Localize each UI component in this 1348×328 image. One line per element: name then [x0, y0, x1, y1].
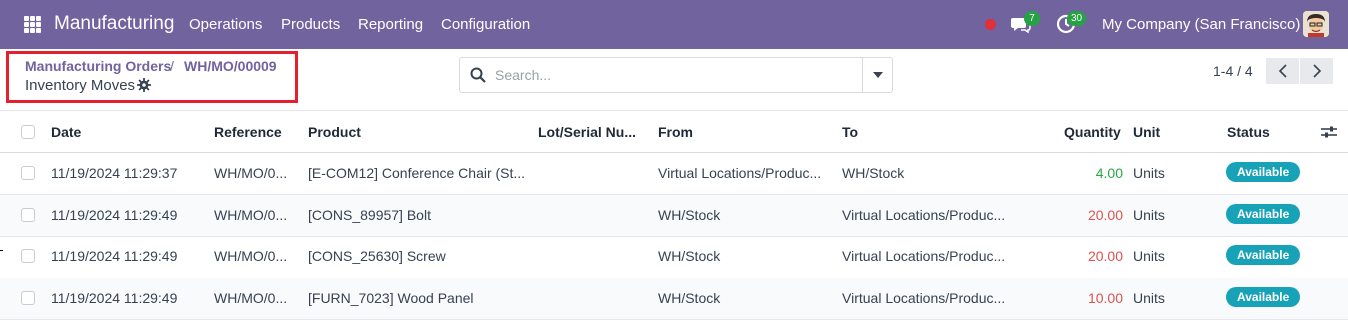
messages-badge: 7 [1024, 11, 1040, 26]
menu-products[interactable]: Products [281, 16, 340, 33]
column-header-to[interactable]: To [842, 124, 858, 140]
cell-reference: WH/MO/0... [214, 165, 288, 181]
select-all-checkbox[interactable] [21, 125, 35, 139]
row-checkbox[interactable] [21, 291, 35, 305]
cell-quantity: 20.00 [1087, 248, 1123, 264]
cell-product: [E-COM12] Conference Chair (St... [308, 165, 526, 181]
breadcrumb-parent[interactable]: Manufacturing Orders [25, 58, 171, 74]
column-header-status[interactable]: Status [1227, 124, 1270, 140]
company-switcher[interactable]: My Company (San Francisco) [1102, 16, 1300, 33]
cell-product: [CONS_25630] Screw [308, 248, 446, 264]
search-input[interactable] [495, 62, 855, 88]
column-header-lot-serial[interactable]: Lot/Serial Nu... [538, 124, 636, 140]
cell-reference: WH/MO/0... [214, 290, 288, 306]
cell-date: 11/19/2024 11:29:49 [51, 290, 178, 306]
menu-reporting[interactable]: Reporting [358, 16, 423, 33]
pager-previous-button[interactable] [1266, 58, 1299, 84]
row-checkbox[interactable] [21, 249, 35, 263]
menu-operations[interactable]: Operations [189, 16, 262, 33]
cell-quantity: 4.00 [1095, 165, 1123, 181]
pager-value[interactable]: 1-4 / 4 [1213, 63, 1253, 79]
cell-to: Virtual Locations/Produc... [842, 248, 1006, 264]
record-dot-icon[interactable] [985, 19, 996, 30]
activities-badge: 30 [1067, 11, 1087, 26]
cell-date: 11/19/2024 11:29:37 [51, 165, 178, 181]
column-header-unit[interactable]: Unit [1133, 124, 1160, 140]
page-title: Inventory Moves [25, 77, 136, 94]
cell-to: WH/Stock [842, 165, 905, 181]
edge-mark [0, 250, 3, 251]
cell-quantity: 20.00 [1087, 207, 1123, 223]
apps-grid-icon[interactable] [24, 16, 41, 33]
search-options-toggle[interactable] [863, 58, 892, 92]
cell-to: Virtual Locations/Produc... [842, 290, 1006, 306]
column-header-from[interactable]: From [658, 124, 693, 140]
cell-from: WH/Stock [658, 207, 721, 223]
cell-reference: WH/MO/0... [214, 248, 288, 264]
gear-icon[interactable] [137, 78, 151, 92]
row-checkbox[interactable] [21, 208, 35, 222]
column-header-date[interactable]: Date [51, 124, 81, 140]
status-badge: Available [1226, 287, 1301, 307]
cell-reference: WH/MO/0... [214, 207, 288, 223]
row-checkbox[interactable] [21, 166, 35, 180]
cell-product: [FURN_7023] Wood Panel [308, 290, 474, 306]
column-settings-icon[interactable] [1321, 125, 1337, 139]
caret-down-icon [872, 72, 883, 78]
chevron-right-icon [1312, 64, 1321, 78]
cell-from: WH/Stock [658, 290, 721, 306]
column-header-product[interactable]: Product [308, 124, 361, 140]
cell-date: 11/19/2024 11:29:49 [51, 248, 178, 264]
breadcrumb-current[interactable]: WH/MO/00009 [184, 58, 277, 74]
cell-unit: Units [1133, 165, 1165, 181]
cell-unit: Units [1133, 248, 1165, 264]
status-badge: Available [1226, 162, 1301, 182]
cell-unit: Units [1133, 207, 1165, 223]
cell-quantity: 10.00 [1087, 290, 1123, 306]
app-name[interactable]: Manufacturing [54, 13, 174, 35]
pager-next-button[interactable] [1300, 58, 1333, 84]
status-badge: Available [1226, 204, 1301, 224]
column-header-quantity[interactable]: Quantity [1064, 124, 1121, 140]
search-icon [470, 67, 486, 83]
column-header-reference[interactable]: Reference [214, 124, 282, 140]
menu-configuration[interactable]: Configuration [441, 16, 530, 33]
status-badge: Available [1226, 245, 1301, 265]
avatar[interactable] [1303, 11, 1329, 37]
cell-date: 11/19/2024 11:29:49 [51, 207, 178, 223]
top-navbar: Manufacturing Operations Products Report… [0, 0, 1348, 49]
cell-from: WH/Stock [658, 248, 721, 264]
breadcrumb-separator: / [170, 58, 174, 74]
cell-to: Virtual Locations/Produc... [842, 207, 1006, 223]
chevron-left-icon [1278, 64, 1287, 78]
cell-product: [CONS_89957] Bolt [308, 207, 431, 223]
cell-from: Virtual Locations/Produc... [658, 165, 822, 181]
cell-unit: Units [1133, 290, 1165, 306]
